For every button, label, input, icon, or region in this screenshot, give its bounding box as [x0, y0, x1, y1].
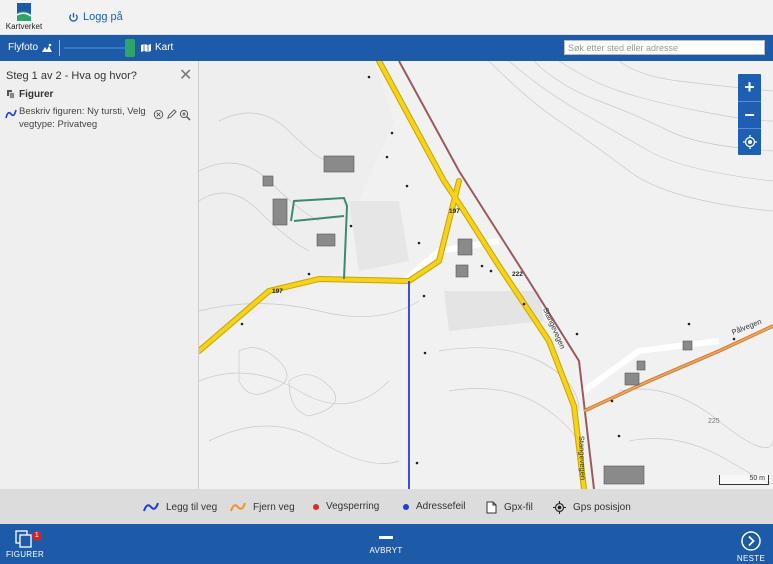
- map-toggle[interactable]: Kart: [140, 42, 173, 53]
- toggle-divider: [59, 40, 60, 56]
- road-block-label: Vegsperring: [326, 501, 380, 512]
- figures-icon: [7, 90, 15, 99]
- kartverket-logo-icon: [17, 3, 31, 21]
- aerial-label: Flyfoto: [8, 42, 39, 53]
- figure-description: Beskriv figuren: Ny tursti, Velg vegtype…: [19, 106, 146, 130]
- address-error-tool[interactable]: Adressefeil: [403, 501, 465, 512]
- file-icon: [486, 501, 497, 514]
- chevron-right-circle-icon: [741, 531, 761, 551]
- add-road-tool[interactable]: Legg til veg: [143, 501, 217, 513]
- map-canvas[interactable]: 197 197 222 Stangevegen Stangevegen Pålv…: [199, 61, 773, 489]
- road-label-197-b: 197: [272, 288, 283, 295]
- address-error-label: Adressefeil: [416, 501, 466, 512]
- add-road-label: Legg til veg: [166, 501, 218, 513]
- figures-heading: Figurer: [7, 89, 53, 100]
- map-toolbar: Flyfoto Kart: [0, 35, 773, 61]
- cancel-button[interactable]: Avbryt: [366, 532, 406, 555]
- next-button[interactable]: Neste: [735, 530, 767, 563]
- bottom-bar: 1 Figurer Avbryt Neste: [0, 524, 773, 564]
- aerial-photo-icon: [42, 43, 53, 52]
- blue-dot-icon: [403, 503, 409, 510]
- gps-position-label: Gps posisjon: [573, 502, 631, 513]
- zoom-out-button[interactable]: −: [738, 101, 761, 128]
- logo-text: Kartverket: [5, 22, 43, 31]
- figures-count-badge: 1: [32, 531, 42, 541]
- figures-heading-label: Figurer: [19, 89, 54, 100]
- road-label-222: 222: [512, 271, 523, 278]
- map-drawing: 197 197 222 Stangevegen Stangevegen Pålv…: [199, 61, 773, 489]
- map-icon: [141, 43, 151, 52]
- close-icon[interactable]: ✕: [179, 65, 192, 85]
- scale-bar: 50 m: [719, 475, 769, 485]
- aerial-toggle[interactable]: Flyfoto: [8, 42, 53, 53]
- gpx-file-label: Gpx-fil: [504, 502, 533, 513]
- locate-icon: [742, 135, 757, 149]
- login-label: Logg på: [83, 11, 123, 23]
- cancel-button-label: Avbryt: [369, 546, 403, 555]
- map-label: Kart: [155, 42, 174, 53]
- road-curve-blue-icon: [143, 502, 159, 512]
- figures-button-label: Figurer: [6, 550, 45, 559]
- locate-button[interactable]: [738, 128, 761, 155]
- steps-panel: Steg 1 av 2 - Hva og hvor? ✕ Figurer Bes…: [0, 61, 199, 489]
- remove-road-tool[interactable]: Fjern veg: [230, 501, 295, 513]
- kartverket-logo[interactable]: Kartverket: [4, 3, 44, 31]
- red-dot-icon: [313, 503, 319, 510]
- legend-bar: Legg til veg Fjern veg Vegsperring Adres…: [0, 489, 773, 524]
- search-input[interactable]: [564, 40, 765, 55]
- road-label-197-a: 197: [449, 208, 460, 215]
- next-button-label: Neste: [736, 554, 766, 563]
- remove-road-label: Fjern veg: [253, 501, 295, 513]
- road-label-stangevegen-2: Stangevegen: [577, 436, 588, 481]
- zoom-controls: + −: [738, 74, 761, 155]
- panel-title: Steg 1 av 2 - Hva og hvor?: [6, 70, 137, 82]
- figures-button[interactable]: 1 Figurer: [6, 528, 45, 559]
- gps-icon: [553, 501, 566, 514]
- remove-figure-icon[interactable]: [153, 109, 164, 120]
- minus-icon: [379, 536, 393, 539]
- basemap-slider-track[interactable]: [64, 47, 134, 49]
- gps-position-tool[interactable]: Gps posisjon: [553, 501, 631, 514]
- login-button[interactable]: Logg på: [68, 11, 123, 23]
- road-block-tool[interactable]: Vegsperring: [313, 501, 379, 512]
- figure-actions: [153, 109, 191, 121]
- power-icon: [69, 12, 78, 22]
- gpx-file-tool[interactable]: Gpx-fil: [486, 501, 533, 514]
- road-curve-icon: [5, 109, 17, 119]
- zoom-to-figure-icon[interactable]: [179, 109, 191, 121]
- zoom-in-button[interactable]: +: [738, 74, 761, 101]
- basemap-slider-handle[interactable]: [125, 39, 135, 57]
- app-header: Kartverket Logg på: [0, 0, 773, 35]
- edit-pencil-icon[interactable]: [166, 109, 177, 120]
- road-curve-orange-icon: [230, 502, 246, 512]
- contour-label-225: 225: [708, 418, 720, 425]
